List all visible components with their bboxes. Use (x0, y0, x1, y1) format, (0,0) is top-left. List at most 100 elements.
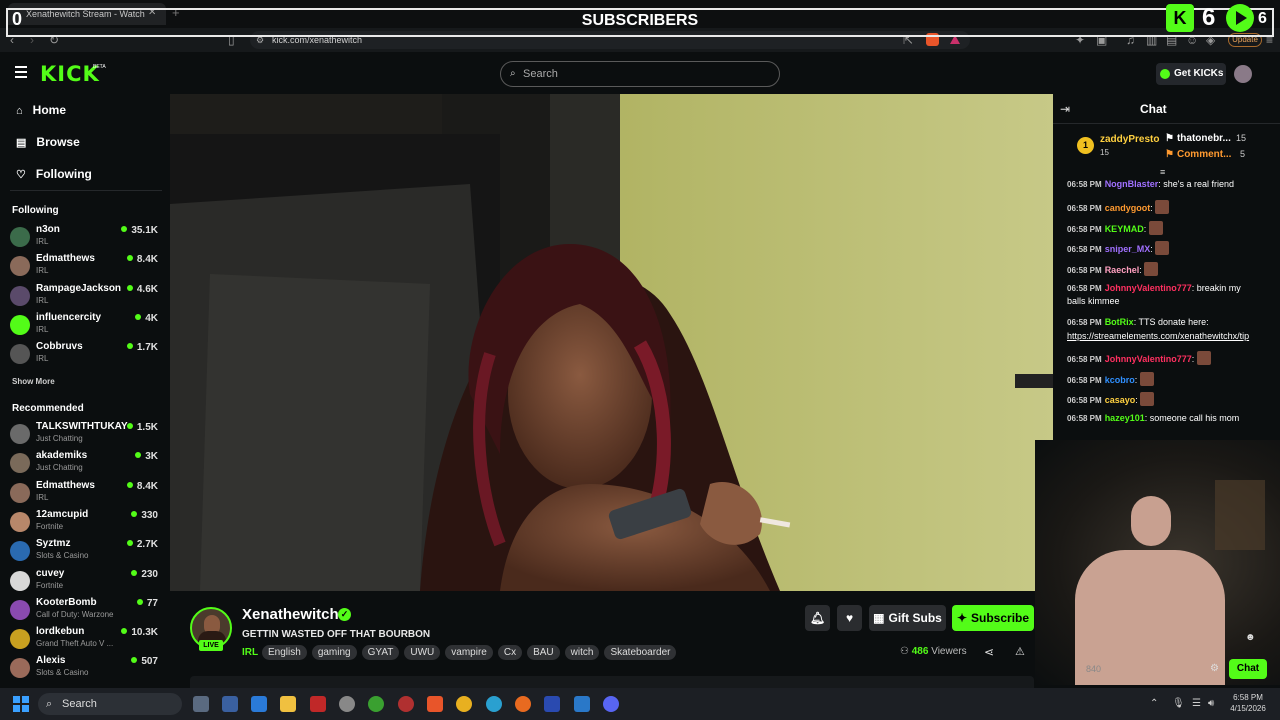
task-view-icon[interactable] (193, 696, 209, 712)
following-channel-row[interactable]: RampageJackson IRL 4.6K (10, 283, 170, 312)
recommended-channel-row[interactable]: Alexis Slots & Casino 507 (10, 655, 170, 684)
app-icon-7[interactable] (544, 696, 560, 712)
recommended-channel-row[interactable]: Syztmz Slots & Casino 2.7K (10, 538, 170, 567)
chat-settings-icon[interactable]: ⚙ (1210, 663, 1219, 674)
recommended-channel-row[interactable]: 12amcupid Fortnite 330 (10, 509, 170, 538)
channel-viewers: 4.6K (127, 284, 158, 295)
stream-tag[interactable]: witch (564, 645, 600, 660)
channel-name: KooterBomb (36, 596, 97, 608)
app-icon-2[interactable] (251, 696, 267, 712)
user-avatar[interactable] (1234, 65, 1252, 83)
following-channel-row[interactable]: n3on IRL 35.1K (10, 224, 170, 253)
emote-picker-icon[interactable]: ☻ (1245, 632, 1256, 643)
stream-tag[interactable]: vampire (445, 645, 493, 660)
brave-browser-icon[interactable] (427, 696, 443, 712)
sidebar-nav-browse[interactable]: ▤ Browse (16, 135, 80, 149)
leaderboard-third-name[interactable]: ⚑ Comment... (1165, 149, 1231, 160)
leaderboard-top-name[interactable]: zaddyPresto (1100, 134, 1159, 145)
file-explorer-icon[interactable] (280, 696, 296, 712)
chat-divider (1053, 123, 1280, 124)
expand-leaderboard-icon[interactable]: ≡ (1160, 167, 1165, 177)
subscribe-button[interactable]: ✦ Subscribe (952, 605, 1034, 631)
chat-username[interactable]: JohnnyValentino777 (1105, 354, 1192, 364)
channel-name: 12amcupid (36, 508, 89, 520)
firefox-icon[interactable] (515, 696, 531, 712)
channel-avatar (10, 344, 30, 365)
chat-message: balls kimmee (1067, 296, 1277, 306)
app-icon-1[interactable] (222, 696, 238, 712)
chat-username[interactable]: JohnnyValentino777 (1105, 283, 1192, 293)
chrome-icon[interactable] (456, 696, 472, 712)
following-channel-row[interactable]: influencercity IRL 4K (10, 312, 170, 341)
network-icon[interactable]: ☰ (1192, 698, 1201, 709)
stream-category[interactable]: IRL (242, 647, 258, 658)
chat-username[interactable]: sniper_MX (1105, 244, 1151, 254)
vscode-icon[interactable] (574, 696, 590, 712)
recommended-channel-row[interactable]: cuvey Fortnite 230 (10, 568, 170, 597)
follow-heart-button[interactable]: ♥ (837, 605, 862, 631)
chat-send-button[interactable]: Chat (1229, 659, 1267, 679)
sidebar-nav-home[interactable]: ⌂ Home (16, 103, 66, 117)
streamer-name[interactable]: Xenathewitch (242, 606, 339, 623)
tray-overflow-icon[interactable]: ⌃ (1150, 698, 1158, 709)
app-icon-3[interactable] (310, 696, 326, 712)
volume-icon[interactable]: 🔊︎ (1208, 698, 1214, 709)
kick-logo[interactable]: KICK (40, 62, 100, 86)
app-icon-6[interactable] (398, 696, 414, 712)
collapse-chat-icon[interactable]: ⇥ (1060, 102, 1070, 116)
stream-tag[interactable]: UWU (404, 645, 441, 660)
video-player[interactable] (170, 94, 1053, 591)
channel-category: Call of Duty: Warzone (36, 609, 114, 619)
chat-username[interactable]: candygoot (1105, 203, 1151, 213)
hamburger-menu-icon[interactable] (15, 66, 27, 78)
chat-username[interactable]: kcobro (1105, 375, 1135, 385)
channel-viewers: 230 (131, 569, 158, 580)
gift-subs-button[interactable]: ▦ Gift Subs (869, 605, 946, 631)
search-icon: ⌕ (510, 68, 516, 79)
stream-tag[interactable]: Cx (497, 645, 523, 660)
chat-username[interactable]: KEYMAD (1105, 224, 1144, 234)
home-label: Home (32, 103, 66, 117)
search-input[interactable]: ⌕ Search (500, 61, 780, 87)
edge-icon[interactable] (486, 696, 502, 712)
following-channel-row[interactable]: Cobbruvs IRL 1.7K (10, 341, 170, 370)
clock-time: 6:58 PM (1233, 693, 1263, 702)
following-channel-row[interactable]: Edmatthews IRL 8.4K (10, 253, 170, 282)
app-icon-5[interactable] (368, 696, 384, 712)
discord-icon[interactable] (603, 696, 619, 712)
get-kicks-button[interactable]: Get KICKs (1156, 63, 1226, 85)
stream-tag[interactable]: Skateboarder (604, 645, 677, 660)
leaderboard-second-name[interactable]: ⚑ thatonebr... (1165, 133, 1231, 144)
taskbar-search[interactable]: ⌕ Search (38, 693, 182, 715)
report-icon[interactable]: ⚠ (1015, 645, 1025, 658)
recommended-channel-row[interactable]: lordkebun Grand Theft Auto V ... 10.3K (10, 626, 170, 655)
chat-colon: : (1133, 317, 1137, 327)
notification-bell-button[interactable]: 🔔︎ (805, 605, 830, 631)
show-more-link[interactable]: Show More (12, 377, 55, 386)
microphone-icon[interactable]: 🎙︎ (1172, 698, 1185, 709)
chat-link[interactable]: https://streamelements.com/xenathewitchx… (1067, 331, 1249, 341)
app-icon-4[interactable] (339, 696, 355, 712)
stream-tag[interactable]: English (262, 645, 307, 660)
stream-tag[interactable]: GYAT (361, 645, 400, 660)
recommended-channel-row[interactable]: TALKSWITHTUKAY Just Chatting 1.5K (10, 421, 170, 450)
viewers-number: 486 (911, 646, 929, 657)
chat-username[interactable]: NognBlaster (1105, 179, 1159, 189)
chat-username[interactable]: hazey101 (1105, 413, 1145, 423)
stream-tag[interactable]: gaming (311, 645, 357, 660)
chat-username[interactable]: casayo (1105, 395, 1136, 405)
sidebar-nav-following[interactable]: ♡ Following (16, 167, 92, 181)
share-icon[interactable]: ⋖ (984, 645, 994, 659)
chat-username[interactable]: BotRix (1105, 317, 1134, 327)
stream-tag[interactable]: BAU (527, 645, 560, 660)
chat-timestamp: 06:58 PM (1067, 266, 1102, 275)
recommended-channel-row[interactable]: akademiks Just Chatting 3K (10, 450, 170, 479)
windows-start-icon[interactable] (13, 696, 29, 712)
clock[interactable]: 6:58 PM 4/15/2026 (1226, 692, 1270, 714)
chat-username[interactable]: Raechel (1105, 265, 1140, 275)
chat-colon: : (1143, 224, 1147, 234)
recommended-channel-row[interactable]: Edmatthews IRL 8.4K (10, 480, 170, 509)
recommended-channel-row[interactable]: KooterBomb Call of Duty: Warzone 77 (10, 597, 170, 626)
channel-viewers: 507 (131, 656, 158, 667)
chat-colon: : (1139, 265, 1142, 275)
